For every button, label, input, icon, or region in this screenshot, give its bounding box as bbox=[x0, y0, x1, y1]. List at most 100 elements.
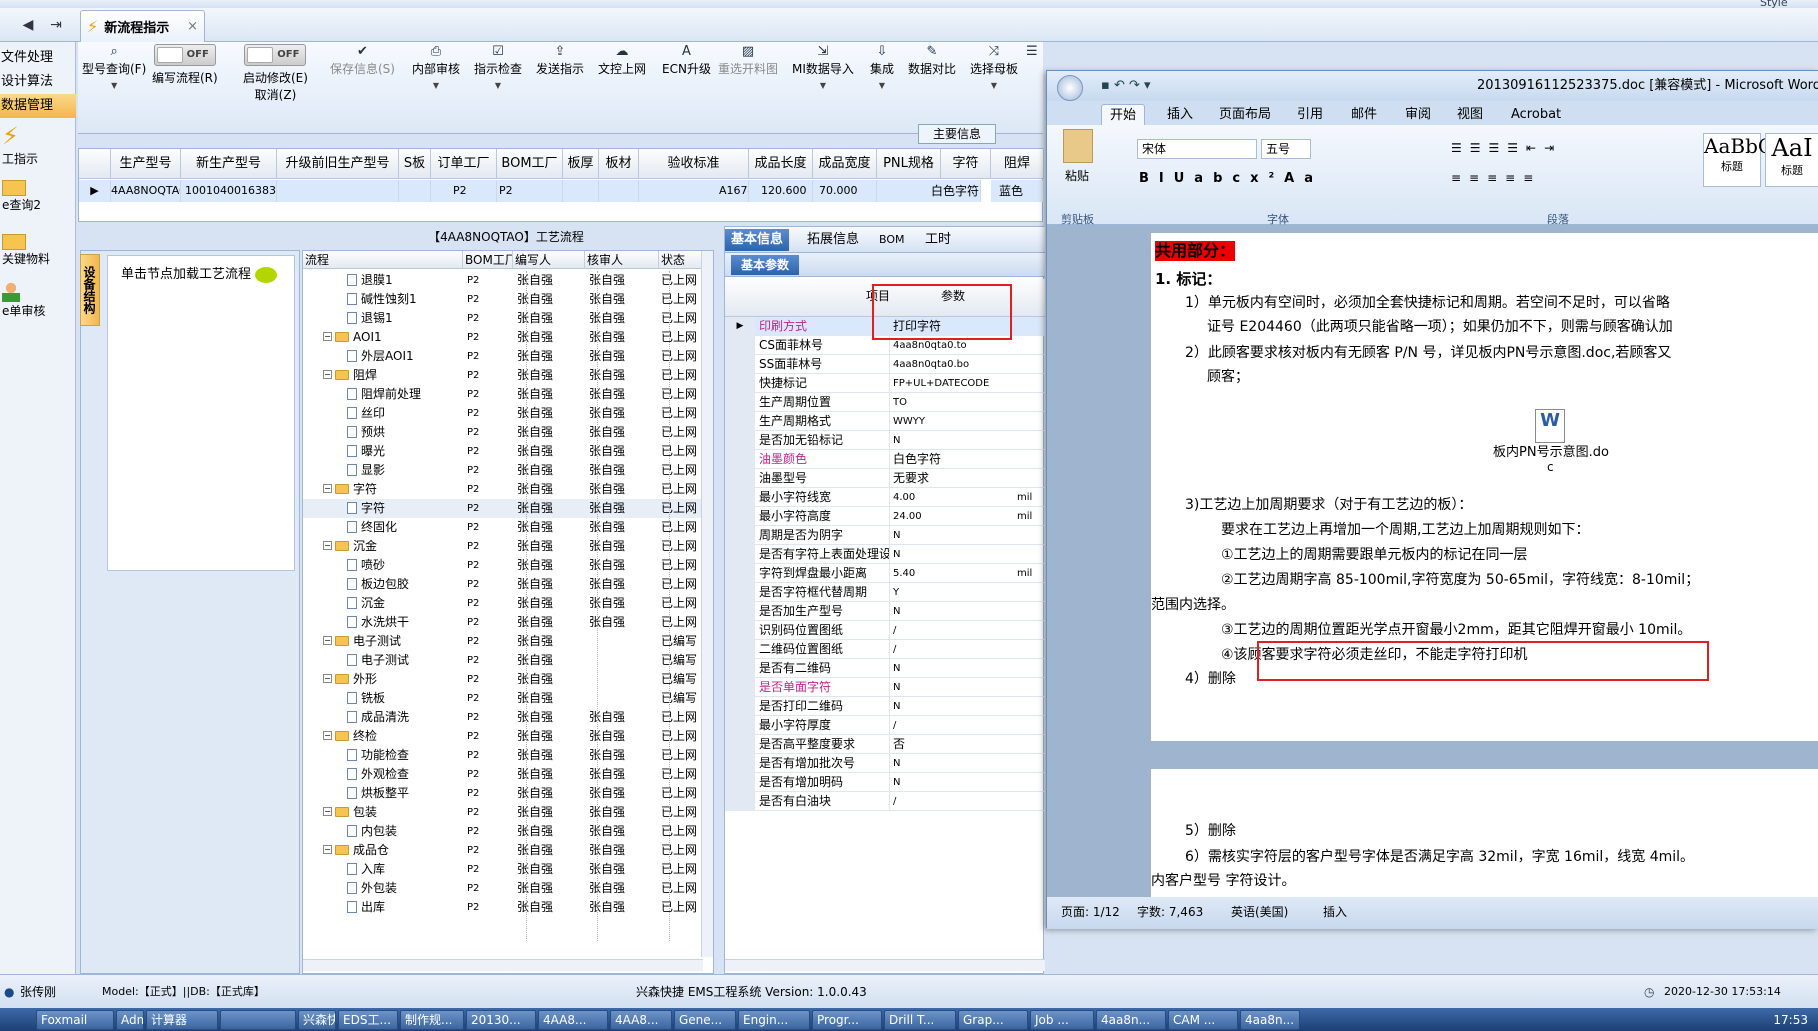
col-header[interactable]: 升级前旧生产型号 bbox=[277, 149, 399, 179]
back-button[interactable]: ◀ bbox=[16, 14, 40, 36]
col-header[interactable]: 订单工厂 bbox=[431, 149, 497, 179]
nav-icon-query[interactable]: e查询2 bbox=[2, 180, 78, 213]
save-info-button[interactable]: ✔ 保存信息(S) bbox=[330, 44, 395, 77]
tab-bom[interactable]: BOM bbox=[873, 229, 911, 251]
param-row[interactable]: 生产周期位置 TO bbox=[725, 393, 1045, 412]
param-value[interactable]: N bbox=[893, 545, 993, 564]
param-value[interactable]: 24.00 bbox=[893, 507, 993, 526]
toggle-switch[interactable]: OFF bbox=[153, 44, 216, 66]
param-value[interactable]: Y bbox=[893, 583, 993, 602]
tab-close-icon[interactable]: × bbox=[187, 19, 198, 34]
expand-icon[interactable]: − bbox=[323, 484, 332, 493]
param-row[interactable]: 是否加无铅标记 N bbox=[725, 431, 1045, 450]
param-row[interactable]: 是否字符框代替周期 Y bbox=[725, 583, 1045, 602]
col-header[interactable]: 阻焊 bbox=[991, 149, 1044, 179]
tree-row[interactable]: 水洗烘干 P2 张自强 张自强 已上网 bbox=[303, 613, 703, 632]
col-header[interactable]: 板材 bbox=[599, 149, 639, 179]
param-row[interactable]: 字符到焊盘最小距离 5.40 mil bbox=[725, 564, 1045, 583]
word-tab-view[interactable]: 视图 bbox=[1449, 104, 1491, 125]
col-header[interactable]: 核审人 bbox=[585, 251, 659, 269]
tree-row[interactable]: 显影 P2 张自强 张自强 已上网 bbox=[303, 461, 703, 480]
compare-button[interactable]: ✎ 数据对比 bbox=[908, 44, 956, 77]
col-header[interactable]: 状态 bbox=[659, 251, 703, 269]
param-row[interactable]: 最小字符厚度 / bbox=[725, 716, 1045, 735]
table-cell[interactable]: 白色字符 bbox=[931, 180, 981, 202]
tree-row[interactable]: 功能检查 P2 张自强 张自强 已上网 bbox=[303, 746, 703, 765]
tree-row[interactable]: 终固化 P2 张自强 张自强 已上网 bbox=[303, 518, 703, 537]
tree-row[interactable]: − 电子测试 P2 张自强 已编写 bbox=[303, 632, 703, 651]
table-cell[interactable]: 70.000 bbox=[813, 180, 877, 202]
nav-item-file[interactable]: 文件处理 bbox=[0, 46, 76, 70]
choose-mother-board-button[interactable]: ⤨ 选择母板 ▼ bbox=[970, 44, 1018, 91]
taskbar-item[interactable] bbox=[220, 1010, 296, 1030]
nav-item-algo[interactable]: 设计算法 bbox=[0, 70, 76, 94]
param-row[interactable]: 识别码位置图纸 / bbox=[725, 621, 1045, 640]
vertical-scrollbar[interactable] bbox=[701, 251, 713, 957]
write-flow-toggle[interactable]: OFF 编写流程(R) bbox=[152, 44, 218, 86]
param-row[interactable]: 是否加生产型号 N bbox=[725, 602, 1045, 621]
param-value[interactable]: FP+UL+DATECODE bbox=[893, 374, 993, 393]
tree-row[interactable]: − 包装 P2 张自强 张自强 已上网 bbox=[303, 803, 703, 822]
tree-row[interactable]: 电子测试 P2 张自强 已编写 bbox=[303, 651, 703, 670]
param-row[interactable]: 二维码位置图纸 / bbox=[725, 640, 1045, 659]
tree-row[interactable]: 沉金 P2 张自强 张自强 已上网 bbox=[303, 594, 703, 613]
tree-row[interactable]: 烘板整平 P2 张自强 张自强 已上网 bbox=[303, 784, 703, 803]
font-name-select[interactable]: 宋体 bbox=[1137, 139, 1257, 159]
send-instruction-button[interactable]: ⇪ 发送指示 bbox=[536, 44, 584, 77]
taskbar-item[interactable]: Foxmail bbox=[36, 1010, 114, 1030]
taskbar-item[interactable]: Admi... bbox=[116, 1010, 144, 1030]
table-cell[interactable]: P2 bbox=[497, 180, 563, 202]
word-doc-icon[interactable]: W bbox=[1535, 409, 1565, 443]
office-button-icon[interactable] bbox=[1057, 75, 1083, 101]
forward-button[interactable]: ⇥ bbox=[44, 14, 68, 36]
param-row[interactable]: 是否有增加明码 N bbox=[725, 773, 1045, 792]
param-value[interactable]: / bbox=[893, 640, 993, 659]
col-header[interactable]: 编写人 bbox=[513, 251, 585, 269]
table-cell[interactable]: P2 bbox=[431, 180, 497, 202]
tree-row[interactable]: 成品清洗 P2 张自强 张自强 已上网 bbox=[303, 708, 703, 727]
param-row[interactable]: 快捷标记 FP+UL+DATECODE bbox=[725, 374, 1045, 393]
horizontal-scrollbar[interactable] bbox=[725, 959, 1045, 971]
tree-row[interactable]: 退膜1 P2 张自强 张自强 已上网 bbox=[303, 271, 703, 290]
word-tab-mailings[interactable]: 邮件 bbox=[1343, 104, 1385, 125]
nav-item-data[interactable]: 数据管理 bbox=[0, 94, 76, 118]
device-structure-tab[interactable]: 设备结构 bbox=[80, 254, 100, 326]
param-row[interactable]: 是否有增加批次号 N bbox=[725, 754, 1045, 773]
style-heading-1[interactable]: AaBbC 标题 bbox=[1703, 133, 1773, 187]
taskbar-item[interactable]: 4AA8... bbox=[610, 1010, 672, 1030]
taskbar-item[interactable]: Job ... bbox=[1030, 1010, 1094, 1030]
tree-row[interactable]: 外包装 P2 张自强 张自强 已上网 bbox=[303, 879, 703, 898]
insert-mode[interactable]: 插入 bbox=[1323, 897, 1347, 927]
check-instruction-button[interactable]: ☑ 指示检查 ▼ bbox=[474, 44, 522, 91]
col-header[interactable]: 流程 bbox=[303, 251, 463, 269]
taskbar-item[interactable]: Drill T... bbox=[884, 1010, 956, 1030]
param-row[interactable]: 周期是否为阴字 N bbox=[725, 526, 1045, 545]
param-value[interactable]: N bbox=[893, 526, 993, 545]
paragraph-icons[interactable]: ☰☰☰☰⇤⇥ bbox=[1451, 141, 1562, 155]
table-cell[interactable]: 10010400163839 bbox=[181, 180, 277, 202]
merge-button[interactable]: ☰ bbox=[1026, 44, 1038, 60]
param-value[interactable]: N bbox=[893, 602, 993, 621]
param-value[interactable]: N bbox=[893, 773, 993, 792]
col-header[interactable]: 板厚 bbox=[563, 149, 599, 179]
table-cell[interactable]: A167标准 bbox=[639, 180, 749, 202]
quick-access-icon[interactable]: ▪ ↶ ↷ ▾ bbox=[1101, 71, 1151, 101]
table-cell[interactable] bbox=[563, 180, 599, 202]
tree-row[interactable]: 内包装 P2 张自强 张自强 已上网 bbox=[303, 822, 703, 841]
table-cell[interactable] bbox=[277, 180, 399, 202]
col-header[interactable]: 生产型号 bbox=[111, 149, 181, 179]
tree-row[interactable]: 碱性蚀刻1 P2 张自强 张自强 已上网 bbox=[303, 290, 703, 309]
tree-row[interactable]: − 外形 P2 张自强 已编写 bbox=[303, 670, 703, 689]
table-cell[interactable]: 120.600 bbox=[749, 180, 813, 202]
tab-basic-info[interactable]: 基本信息 bbox=[725, 229, 790, 251]
param-value[interactable]: / bbox=[893, 792, 993, 811]
nav-icon-flow[interactable]: ⚡ 工指示 bbox=[2, 122, 78, 167]
param-row[interactable]: 是否有白油块 / bbox=[725, 792, 1045, 811]
taskbar-item[interactable]: 4AA8... bbox=[538, 1010, 608, 1030]
tree-row[interactable]: − 字符 P2 张自强 张自强 已上网 bbox=[303, 480, 703, 499]
param-value[interactable]: N bbox=[893, 678, 993, 697]
taskbar-item[interactable]: Gene... bbox=[674, 1010, 736, 1030]
taskbar-item[interactable]: EDS工... bbox=[338, 1010, 398, 1030]
col-header[interactable]: 成品长度 bbox=[749, 149, 813, 179]
nav-icon-material[interactable]: 关键物料 bbox=[2, 234, 78, 267]
